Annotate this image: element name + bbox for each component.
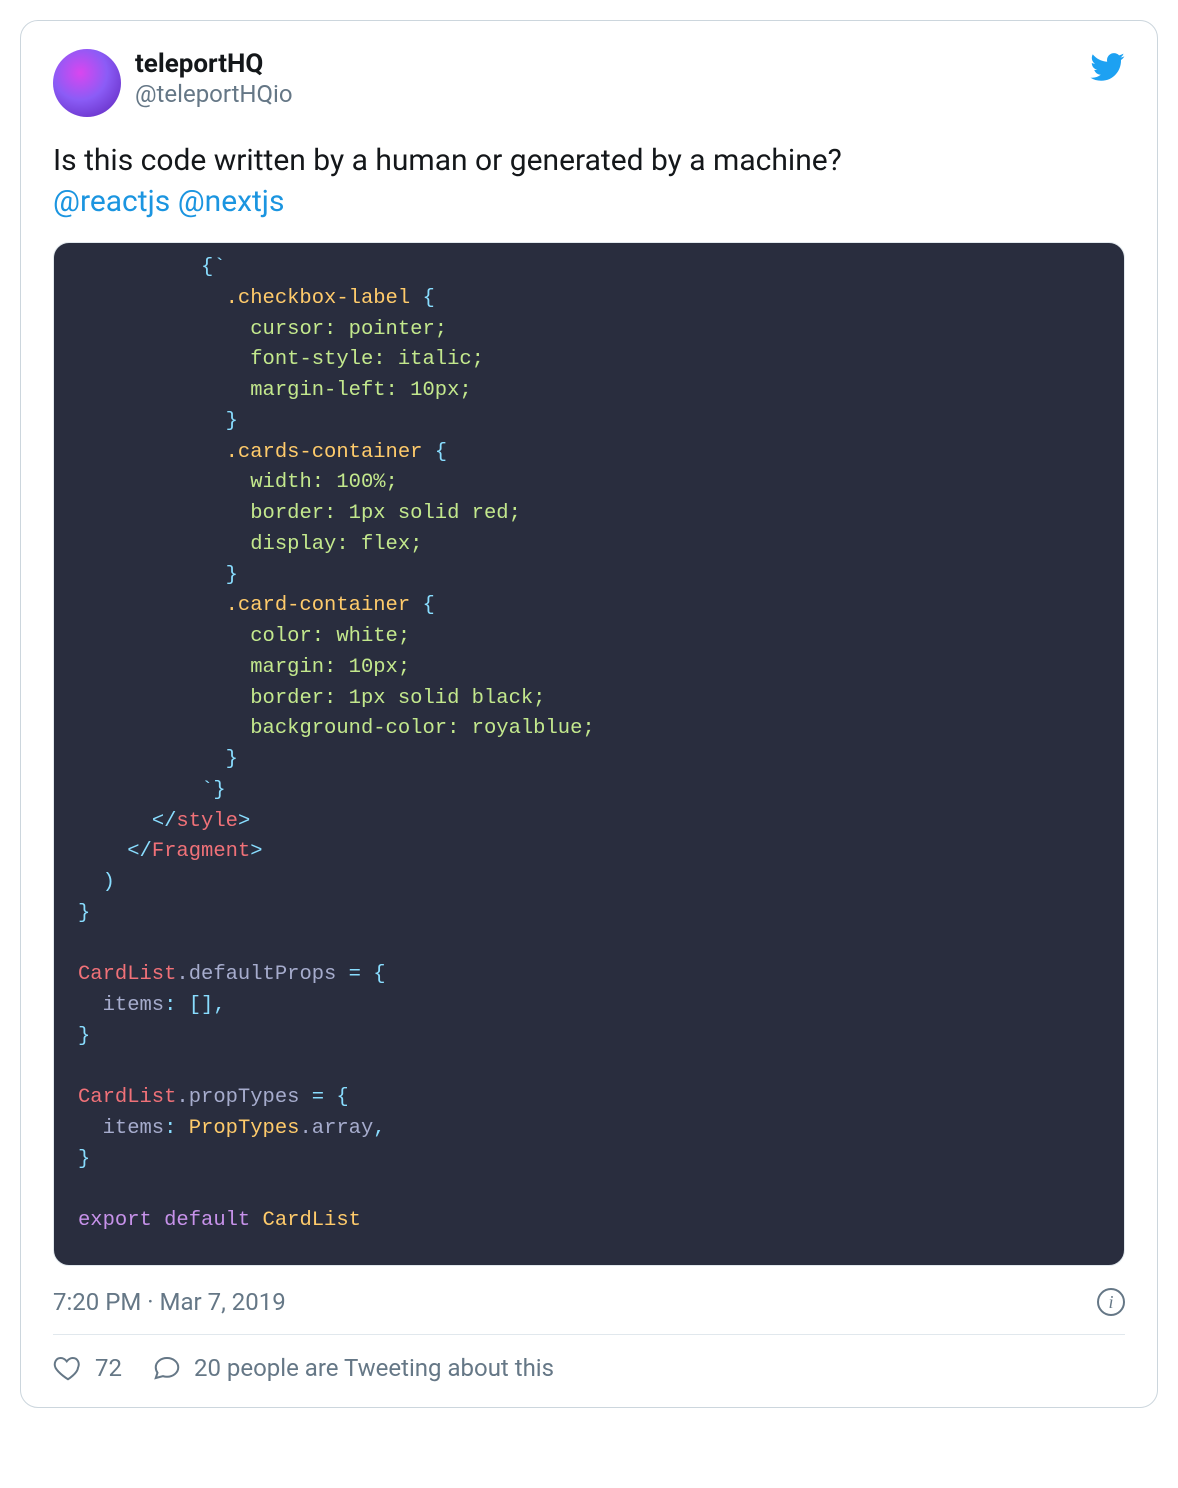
user-block[interactable]: teleportHQ @teleportHQio bbox=[135, 49, 293, 109]
info-icon[interactable]: i bbox=[1097, 1288, 1125, 1316]
actions-row: 72 20 people are Tweeting about this bbox=[53, 1335, 1125, 1383]
like-count: 72 bbox=[95, 1354, 122, 1382]
like-action[interactable]: 72 bbox=[53, 1353, 122, 1383]
user-handle: @teleportHQio bbox=[135, 80, 293, 109]
reply-icon bbox=[152, 1353, 182, 1383]
twitter-logo-icon[interactable] bbox=[1089, 49, 1125, 85]
tweet-card: teleportHQ @teleportHQio Is this code wr… bbox=[20, 20, 1158, 1408]
reply-text: 20 people are Tweeting about this bbox=[194, 1354, 554, 1382]
timestamp[interactable]: 7:20 PM · Mar 7, 2019 bbox=[53, 1288, 286, 1316]
timestamp-row: 7:20 PM · Mar 7, 2019 i bbox=[53, 1288, 1125, 1316]
tweet-body: Is this code written by a human or gener… bbox=[53, 143, 842, 178]
display-name: teleportHQ bbox=[135, 49, 293, 80]
heart-icon bbox=[53, 1353, 83, 1383]
tweet-header: teleportHQ @teleportHQio bbox=[53, 49, 1125, 117]
avatar[interactable] bbox=[53, 49, 121, 117]
code-screenshot[interactable]: {` .checkbox-label { cursor: pointer; fo… bbox=[53, 242, 1125, 1266]
reply-action[interactable]: 20 people are Tweeting about this bbox=[152, 1353, 554, 1383]
code-content: {` .checkbox-label { cursor: pointer; fo… bbox=[54, 243, 1124, 1265]
mention-link[interactable]: @reactjs bbox=[53, 184, 170, 219]
mention-link[interactable]: @nextjs bbox=[178, 184, 285, 219]
tweet-text: Is this code written by a human or gener… bbox=[53, 141, 1125, 222]
